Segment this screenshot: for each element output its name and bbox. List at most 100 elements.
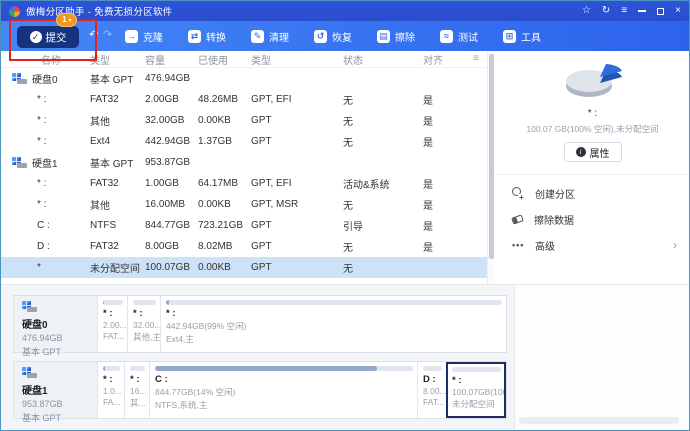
partition-row[interactable]: * : FAT32 2.00GB 48.26MB GPT, EFI 无 是 [1,89,487,110]
redo-icon[interactable]: ↷ [103,28,112,41]
disk-info-cell[interactable]: 硬盘1 953.87GB 基本 GPT [14,362,97,423]
partition-row[interactable]: * : Ext4 442.94GB 1.37GB GPT 无 是 [1,131,487,152]
toolbar-button-恢复[interactable]: ↺ 恢复 [308,29,358,44]
partition-type-cell: GPT [251,220,272,231]
partition-block-* :[interactable]: * :32.00... 其他,主 [127,296,160,352]
submit-button[interactable]: ✓ 提交 [17,26,79,48]
advanced-dots-icon: ••• [512,240,525,250]
disk-map-scheme: 基本 GPT [22,347,62,357]
partition-row[interactable]: * : 其他 32.00GB 0.00KB GPT 无 是 [1,110,487,131]
usage-bar [103,300,123,305]
partition-row[interactable]: * : FAT32 1.00GB 64.17MB GPT, EFI 活动&系统 是 [1,173,487,194]
used-cell: 0.00KB [198,115,231,126]
menu-item-创建分区[interactable]: + 创建分区 [512,180,689,206]
partition-row[interactable]: * : 其他 16.00MB 0.00KB GPT, MSR 无 是 [1,194,487,215]
selected-partition-detail: 100.07 GB(100% 空闲),未分配空间 [526,124,659,134]
capacity-cell: 1.00GB [145,178,179,189]
partition-block-fs: FA... [103,397,121,407]
partition-name: * [37,262,41,273]
status-cell: 活动&系统 [343,180,390,191]
toolbar-button-label: 测试 [458,32,478,44]
disk-map-size: 953.87GB [22,399,63,409]
properties-button-label: 属性 [589,148,610,160]
toolbar-button-label: 转换 [206,32,226,44]
horizontal-scrollbar[interactable] [519,417,679,424]
partition-block-label: * : [452,375,462,386]
partition-name: * : [37,94,47,105]
check-circle-icon: ✓ [29,31,42,43]
name-cell: D : [1,241,90,252]
column-header-0[interactable]: 名称 [1,52,90,67]
view-options-icon[interactable]: ≡ [473,54,479,64]
disk-card-1: 硬盘1 953.87GB 基本 GPT * :1.0... FA... * :16... 其… [13,361,507,423]
usage-bar [103,366,120,371]
partition-block-label: * : [103,308,113,319]
partition-block-* :[interactable]: * :16... 其... [124,362,149,418]
name-cell: * : [1,199,90,210]
toolbar-button-清理[interactable]: ✎ 清理 [245,29,295,44]
close-button[interactable]: × [675,6,681,16]
partition-name: * : [37,115,47,126]
menu-item-高级[interactable]: ••• 高级 › [512,232,689,258]
column-header-3[interactable]: 已使用 [198,52,251,67]
disk-row[interactable]: 硬盘1 基本 GPT 953.87GB [1,152,487,173]
name-cell: * [1,262,90,273]
partition-row[interactable]: C : NTFS 844.77GB 723.21GB GPT 引导 是 [1,215,487,236]
aligned-cell: 是 [423,96,433,107]
name-cell: * : [1,94,90,105]
type-cell: FAT32 [90,178,119,189]
maximize-button[interactable] [657,7,665,15]
partition-block-label: * : [130,374,140,385]
convert-icon: ⇄ [188,29,201,43]
toolbar-button-转换[interactable]: ⇄ 转换 [182,29,232,44]
partition-block-* :[interactable]: * :1.0... FA... [97,362,124,418]
menu-item-label: 创建分区 [535,189,575,201]
column-header-2[interactable]: 容量 [145,52,198,67]
properties-button[interactable]: i 属性 [563,142,622,162]
disk-usage-pie-chart [565,64,622,97]
toolbar-button-克隆[interactable]: → 克隆 [119,29,169,44]
partition-row[interactable]: * 未分配空间 100.07GB 0.00KB GPT 无 [1,257,487,278]
caret-down-icon: ▾ [68,18,72,24]
type-cell: 基本 GPT [90,75,134,86]
minimize-button[interactable] [638,10,647,12]
toolbar-button-测试[interactable]: ≈ 测试 [434,29,484,44]
disk-map-name: 硬盘1 [22,386,48,397]
partition-block-size: 844.77GB(14% 空闲) [155,387,236,397]
type-cell: 其他 [90,201,110,212]
usage-bar-fill [103,300,104,305]
partition-block-* :[interactable]: * :2.00... FAT... [97,296,127,352]
right-action-panel: * : 100.07 GB(100% 空闲),未分配空间 i 属性 + 创建分区擦… [494,51,689,284]
partition-row[interactable]: D : FAT32 8.00GB 8.02MB GPT 无 是 [1,236,487,257]
refresh-icon[interactable]: ↻ [602,6,610,16]
window-title: 傲梅分区助手 - 免费无损分区软件 [26,7,173,18]
partition-type-cell: GPT, EFI [251,94,292,105]
type-cell: FAT32 [90,94,119,105]
capacity-cell: 844.77GB [145,220,191,231]
favorite-star-icon[interactable]: ☆ [582,6,591,16]
column-header-6[interactable]: 对齐 [423,52,473,67]
toolbar-button-擦除[interactable]: ▤ 擦除 [371,29,421,44]
main-menu-icon[interactable]: ≡ [621,6,627,16]
disk-info-cell[interactable]: 硬盘0 476.94GB 基本 GPT [14,296,97,357]
partition-block-C :[interactable]: C : 844.77GB(14% 空闲) NTFS,系统,主 [149,362,417,418]
partition-block-* :[interactable]: * :100.07GB(100% ... 未分配空间 [446,362,506,418]
partition-block-size: 100.07GB(100% ... [452,387,504,397]
disk-row[interactable]: 硬盘0 基本 GPT 476.94GB [1,68,487,89]
table-vertical-scrollbar[interactable] [487,51,494,284]
column-header-4[interactable]: 类型 [251,52,343,67]
partition-block-fs: FAT... [423,397,445,407]
partition-block-label: * : [133,308,143,319]
toolbar-button-工具[interactable]: ⊞ 工具 [497,29,547,44]
menu-item-擦除数据[interactable]: 擦除数据 [511,206,689,232]
column-header-1[interactable]: 类型 [90,52,145,67]
column-header-5[interactable]: 状态 [343,52,423,67]
clean-icon: ✎ [251,29,264,43]
partition-type-cell: GPT, MSR [251,199,299,210]
partition-block-* :[interactable]: * : 442.94GB(99% 空闲) Ext4,主 [160,296,506,352]
disk-map-scheme: 基本 GPT [22,413,62,423]
type-cell: 其他 [90,117,110,128]
usage-bar-fill [155,366,377,371]
partition-block-D :[interactable]: D :8.00... FAT... [417,362,446,418]
undo-icon[interactable]: ↶ [89,28,98,41]
